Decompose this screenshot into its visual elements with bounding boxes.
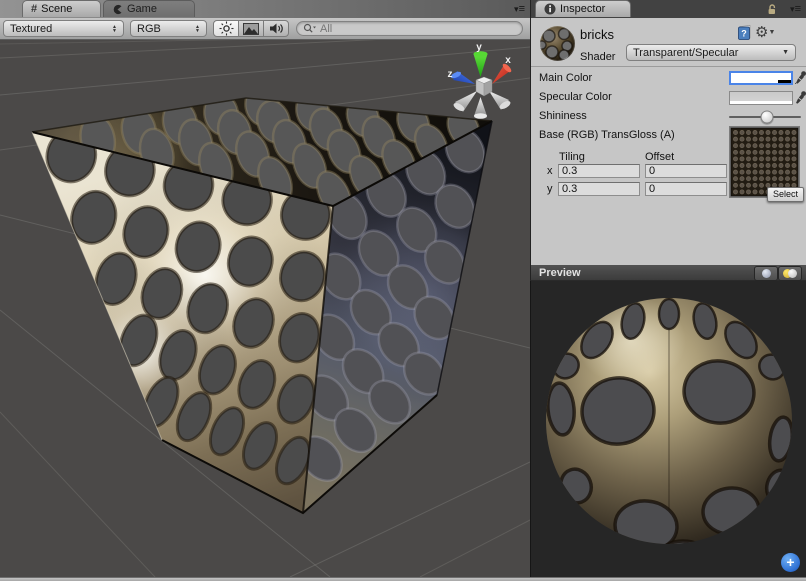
preview-light-button[interactable]: [778, 266, 802, 281]
sun-icon: [219, 21, 234, 36]
preview-expand-button[interactable]: +: [781, 553, 800, 572]
tab-game[interactable]: Game: [103, 0, 195, 17]
inspector-panel: bricks Shader Transparent/Specular ▼ ? ⚙…: [530, 18, 806, 265]
info-icon: [544, 3, 556, 15]
draw-mode-dropdown[interactable]: Textured ▲▼: [3, 20, 124, 37]
shininess-slider[interactable]: [729, 111, 801, 123]
help-icon[interactable]: ?: [737, 25, 752, 41]
specular-color-swatch[interactable]: [729, 91, 793, 105]
specular-color-alpha-white: [730, 101, 792, 104]
shininess-label: Shininess: [539, 110, 587, 122]
offset-y-input[interactable]: [645, 182, 727, 196]
scene-tabbar: # Scene Game ▾≡: [0, 0, 530, 18]
base-map-label: Base (RGB) TransGloss (A): [539, 129, 675, 141]
scene-grid-icon: #: [31, 3, 37, 15]
gizmo-y-axis[interactable]: [474, 51, 488, 77]
tab-game-label: Game: [127, 3, 157, 15]
tab-inspector-label: Inspector: [560, 3, 605, 15]
game-icon: [112, 4, 123, 15]
specular-color-alpha-bar: [730, 101, 792, 104]
offset-x-input[interactable]: [645, 164, 727, 178]
window-bottom-edge: [0, 577, 806, 581]
scene-search-field[interactable]: [296, 21, 523, 36]
scene-skybox-toggle[interactable]: [238, 20, 264, 37]
tab-scene[interactable]: # Scene: [22, 0, 101, 17]
main-color-alpha-white: [731, 80, 778, 83]
shader-label: Shader: [580, 51, 615, 63]
tiling-x-input[interactable]: [558, 164, 640, 178]
scene-3d-view[interactable]: y x z: [0, 40, 530, 577]
svg-text:?: ?: [741, 29, 747, 39]
updown-arrows-icon: ▲▼: [112, 25, 117, 33]
gizmo-z-axis[interactable]: [450, 70, 475, 84]
preview-sphere-button[interactable]: [754, 266, 778, 281]
specular-color-label: Specular Color: [539, 91, 612, 103]
tiling-y-input[interactable]: [558, 182, 640, 196]
inspector-tabbar: Inspector ▾≡: [530, 0, 806, 18]
search-icon: [303, 23, 316, 34]
tiling-x-axis-label: x: [547, 165, 553, 177]
scene-pane-menu-icon[interactable]: ▾≡: [514, 4, 525, 14]
scene-lighting-toggle[interactable]: [213, 20, 239, 37]
shininess-slider-thumb[interactable]: [761, 111, 774, 124]
image-icon: [243, 23, 259, 35]
eyedropper-icon[interactable]: [795, 70, 806, 84]
gizmo-z-label: z: [448, 69, 453, 80]
preview-title: Preview: [539, 267, 581, 279]
chevron-down-icon: ▼: [782, 49, 789, 56]
updown-arrows-icon: ▲▼: [195, 25, 200, 33]
scene-toolbar: Textured ▲▼ RGB ▲▼: [0, 18, 530, 40]
cube-object[interactable]: [25, 65, 530, 513]
shader-dropdown[interactable]: Transparent/Specular ▼: [626, 44, 796, 61]
search-input[interactable]: [318, 22, 502, 36]
light-toggle-icon: [783, 269, 797, 278]
tab-inspector[interactable]: Inspector: [535, 0, 631, 17]
shader-value: Transparent/Specular: [633, 47, 738, 59]
offset-label: Offset: [645, 151, 674, 163]
lock-icon[interactable]: [766, 4, 778, 15]
gizmo-x-label: x: [505, 55, 511, 66]
divider: [531, 66, 806, 67]
material-ball-icon: [539, 25, 576, 62]
speaker-icon: [269, 22, 284, 35]
eyedropper-icon[interactable]: [795, 90, 806, 104]
tab-scene-label: Scene: [41, 3, 72, 15]
material-preview-sphere[interactable]: [531, 281, 806, 577]
sphere-icon: [762, 269, 771, 278]
material-name: bricks: [580, 27, 614, 42]
main-color-swatch[interactable]: [729, 71, 793, 85]
gear-icon[interactable]: ⚙▼: [755, 23, 775, 41]
main-color-label: Main Color: [539, 72, 592, 84]
inspector-pane-menu-icon[interactable]: ▾≡: [790, 4, 801, 14]
color-mode-value: RGB: [137, 23, 161, 35]
gizmo-y-label: y: [476, 42, 482, 53]
select-texture-button[interactable]: Select: [767, 187, 804, 202]
tiling-y-axis-label: y: [547, 183, 553, 195]
preview-area[interactable]: +: [530, 281, 806, 577]
preview-header[interactable]: Preview: [530, 265, 806, 281]
draw-mode-value: Textured: [10, 23, 52, 35]
color-mode-dropdown[interactable]: RGB ▲▼: [130, 20, 207, 37]
scene-viewport[interactable]: y x z: [0, 40, 530, 577]
main-color-alpha-bar: [731, 80, 791, 83]
tiling-label: Tiling: [559, 151, 585, 163]
scene-audio-toggle[interactable]: [263, 20, 289, 37]
